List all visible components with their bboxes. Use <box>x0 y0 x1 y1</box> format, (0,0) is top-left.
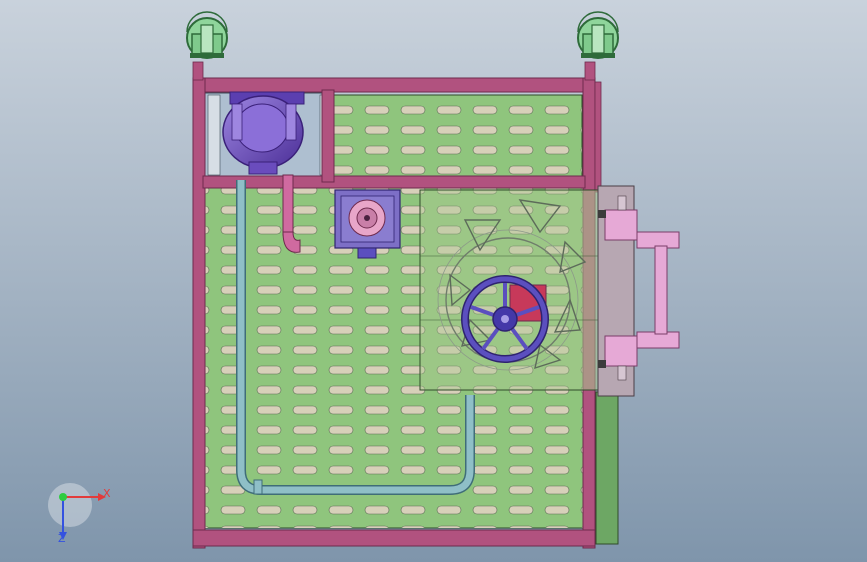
z-axis-label: Z <box>58 532 66 545</box>
right-side-panel[interactable] <box>595 391 619 545</box>
gearbox-icon[interactable] <box>334 189 401 259</box>
cad-model-canvas[interactable]: X Z <box>0 0 867 562</box>
cad-viewport[interactable]: X Z <box>0 0 867 562</box>
x-axis-label: X <box>103 487 111 500</box>
